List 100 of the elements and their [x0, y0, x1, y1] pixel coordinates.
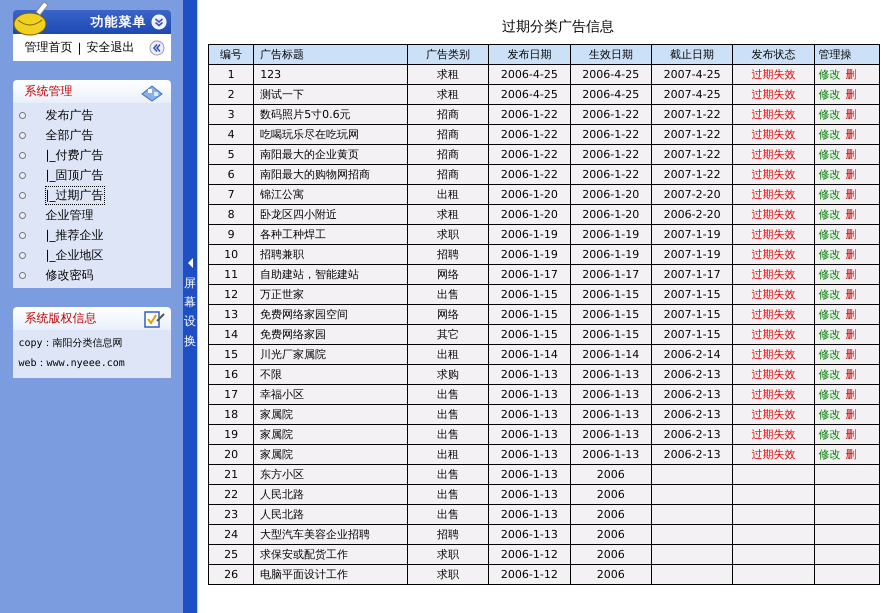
status-cell: 过期失效	[732, 204, 814, 224]
table-cell: 求租	[407, 204, 489, 224]
table-cell: 11	[208, 264, 254, 284]
table-cell: 2006-1-14	[570, 344, 652, 364]
delete-link[interactable]: 删	[846, 448, 857, 461]
table-cell: 20	[208, 444, 254, 464]
edit-link[interactable]: 修改	[818, 68, 841, 81]
delete-link[interactable]: 删	[846, 68, 857, 81]
table-cell: 2007-2-20	[651, 184, 733, 204]
table-cell: 2006-1-13	[570, 384, 652, 404]
status-cell: 过期失效	[732, 304, 814, 324]
splitter-label: 屏幕设换	[184, 275, 196, 350]
table-cell: 网络	[407, 264, 489, 284]
edit-link[interactable]: 修改	[818, 408, 841, 421]
delete-link[interactable]: 删	[846, 348, 857, 361]
menu-link[interactable]: |_付费广告	[46, 146, 104, 164]
edit-link[interactable]: 修改	[818, 148, 841, 161]
table-cell: 2006-1-22	[488, 124, 570, 144]
table-cell: 万正世家	[254, 284, 408, 304]
edit-link[interactable]: 修改	[818, 328, 841, 341]
quick-link[interactable]: 管理首页	[24, 39, 72, 56]
table-cell: 2006-2-13	[651, 404, 733, 424]
menu-link[interactable]: 全部广告	[46, 126, 94, 144]
delete-link[interactable]: 删	[846, 408, 857, 421]
edit-link[interactable]: 修改	[818, 368, 841, 381]
collapse-icon	[148, 40, 164, 56]
table-cell: 4	[208, 124, 254, 144]
table-cell: 22	[208, 484, 254, 504]
edit-link[interactable]: 修改	[818, 388, 841, 401]
delete-link[interactable]: 删	[846, 248, 857, 261]
edit-link[interactable]: 修改	[818, 208, 841, 221]
table-cell: 2006-1-13	[570, 364, 652, 384]
edit-link[interactable]: 修改	[818, 288, 841, 301]
menu-link[interactable]: |_推荐企业	[46, 226, 104, 244]
delete-link[interactable]: 删	[846, 128, 857, 141]
table-cell: 123	[254, 64, 408, 84]
edit-link[interactable]: 修改	[818, 348, 841, 361]
table-cell: 出售	[407, 384, 489, 404]
edit-link[interactable]: 修改	[818, 428, 841, 441]
delete-link[interactable]: 删	[846, 368, 857, 381]
table-cell: 招商	[407, 104, 489, 124]
edit-link[interactable]: 修改	[818, 268, 841, 281]
bullet-icon	[18, 172, 26, 178]
table-cell: 23	[208, 504, 254, 524]
quick-link[interactable]: 安全退出	[86, 39, 135, 56]
status-cell: 过期失效	[732, 104, 814, 124]
menu-link[interactable]: |_企业地区	[46, 246, 104, 264]
delete-link[interactable]: 删	[846, 388, 857, 401]
table-cell: 2006-2-20	[651, 204, 733, 224]
delete-link[interactable]: 删	[846, 288, 857, 301]
info-text: copy：南阳分类信息网	[18, 336, 124, 351]
delete-link[interactable]: 删	[846, 88, 857, 101]
menu-link[interactable]: |_固顶广告	[46, 166, 104, 184]
menu-link[interactable]: 发布广告	[46, 106, 94, 124]
edit-link[interactable]: 修改	[818, 188, 841, 201]
table-cell: 2006-1-17	[570, 264, 652, 284]
delete-link[interactable]: 删	[846, 108, 857, 121]
delete-link[interactable]: 删	[846, 168, 857, 181]
edit-link[interactable]: 修改	[818, 248, 841, 261]
delete-link[interactable]: 删	[846, 188, 857, 201]
table-cell: 2006-4-25	[570, 64, 652, 84]
table-cell: 24	[208, 524, 254, 544]
table-cell: 7	[208, 184, 254, 204]
delete-link[interactable]: 删	[846, 428, 857, 441]
edit-link[interactable]: 修改	[818, 88, 841, 101]
status-cell: 过期失效	[732, 184, 814, 204]
splitter-bar[interactable]: 屏幕设换	[183, 0, 197, 613]
table-cell: 求职	[407, 544, 489, 564]
table-cell: 幸福小区	[254, 384, 408, 404]
edit-link[interactable]: 修改	[818, 128, 841, 141]
table-cell: 25	[208, 544, 254, 564]
table-cell: 2006-1-22	[570, 124, 652, 144]
edit-link[interactable]: 修改	[818, 228, 841, 241]
menu-title: 功能菜单	[90, 14, 146, 31]
delete-link[interactable]: 删	[846, 328, 857, 341]
table-cell: 2006-1-14	[488, 344, 570, 364]
table-cell: 家属院	[254, 444, 408, 464]
table-cell: 2007-1-15	[651, 304, 733, 324]
menu-link[interactable]: |_过期广告	[46, 186, 104, 204]
table-cell: 18	[208, 404, 254, 424]
table-cell: 2006-1-22	[570, 164, 652, 184]
delete-link[interactable]: 删	[846, 228, 857, 241]
table-cell: 2006-1-20	[488, 184, 570, 204]
menu-link[interactable]: 企业管理	[46, 206, 94, 224]
edit-link[interactable]: 修改	[818, 448, 841, 461]
edit-link[interactable]: 修改	[818, 308, 841, 321]
delete-link[interactable]: 删	[846, 208, 857, 221]
edit-link[interactable]: 修改	[818, 108, 841, 121]
status-cell: 过期失效	[732, 444, 814, 464]
status-cell: 过期失效	[732, 284, 814, 304]
edit-link[interactable]: 修改	[818, 168, 841, 181]
table-cell: 2006-1-12	[488, 564, 570, 584]
delete-link[interactable]: 删	[846, 308, 857, 321]
checklist-icon	[142, 308, 164, 328]
table-cell: 2006-1-13	[488, 384, 570, 404]
table-cell: 2007-1-22	[651, 164, 733, 184]
delete-link[interactable]: 删	[846, 268, 857, 281]
menu-link[interactable]: 修改密码	[46, 266, 94, 284]
delete-link[interactable]: 删	[846, 148, 857, 161]
table-cell: 13	[208, 304, 254, 324]
